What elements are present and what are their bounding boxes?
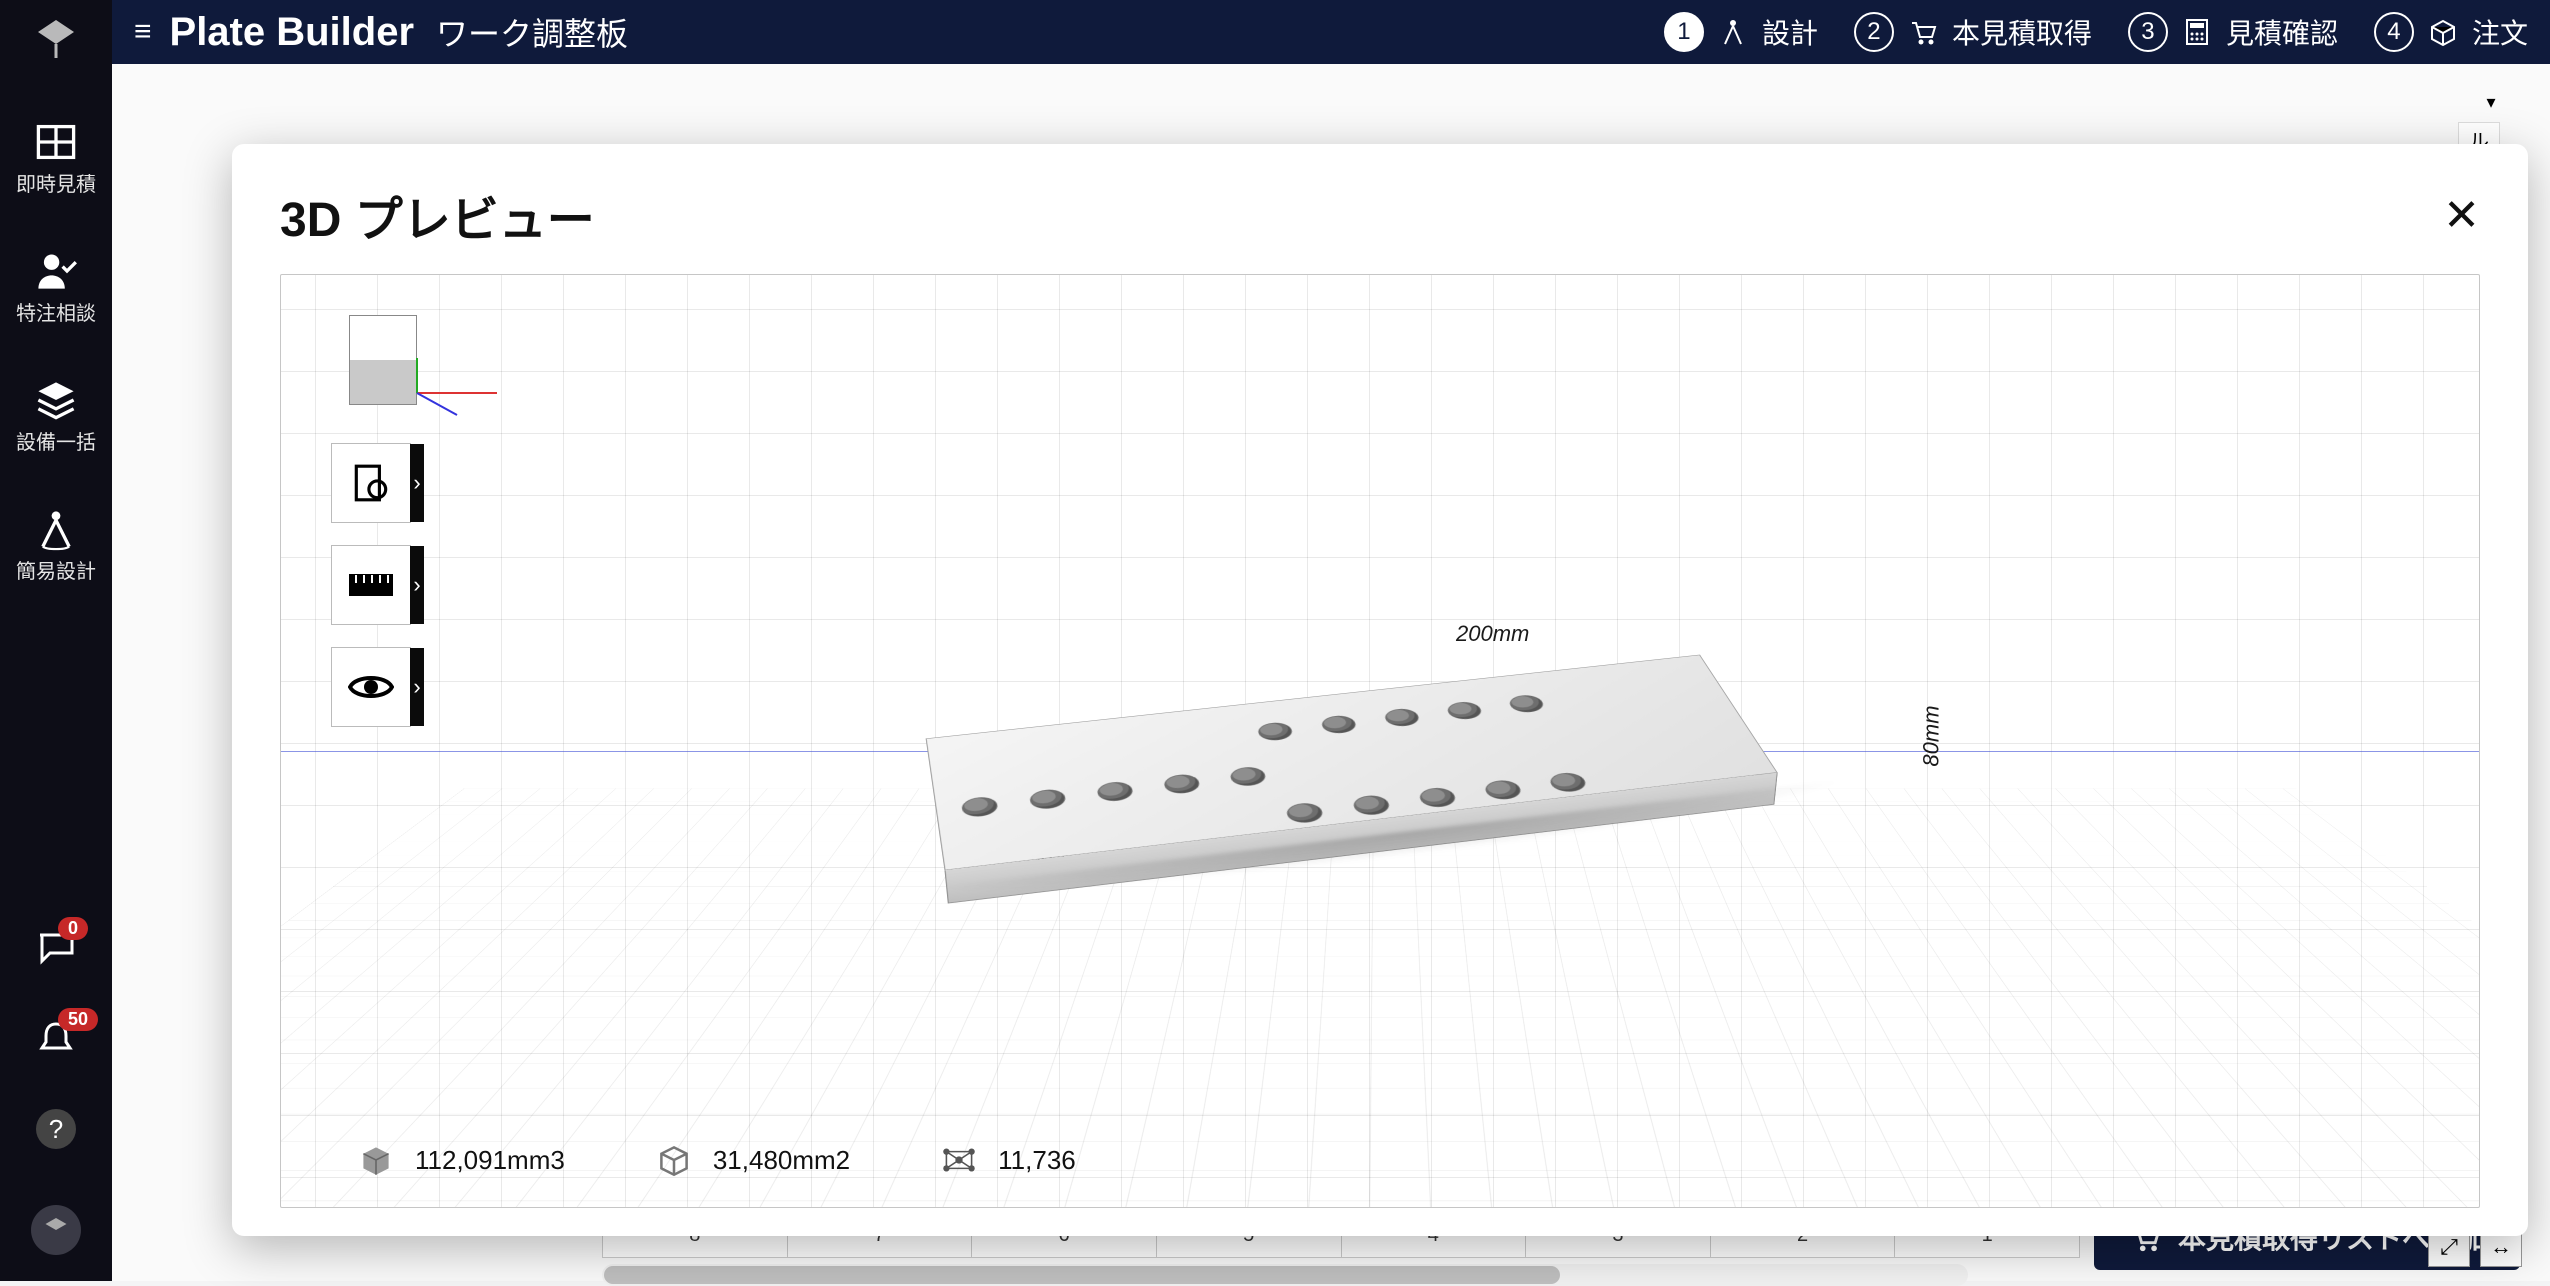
step-3-confirm[interactable]: 3 見積確認 <box>2128 12 2338 52</box>
calc-icon <box>2182 17 2212 47</box>
measure-tool-button[interactable] <box>331 545 411 625</box>
step-number: 4 <box>2374 12 2414 52</box>
step-4-order[interactable]: 4 注文 <box>2374 12 2528 52</box>
step-label: 見積確認 <box>2226 12 2338 52</box>
axis-gizmo[interactable] <box>407 353 527 423</box>
left-nav: 即時見積 特注相談 設備一括 簡易設計 0 50 ? <box>0 0 112 1281</box>
hole <box>1284 802 1325 825</box>
hole <box>1028 788 1067 811</box>
stat-value: 112,091mm3 <box>415 1145 565 1176</box>
cube-wire-icon <box>653 1139 695 1181</box>
cart-icon <box>1908 17 1938 47</box>
nodes-icon <box>938 1139 980 1181</box>
app-header: ≡ Plate Builder ワーク調整板 1 設計 2 本見積取得 3 見積… <box>112 0 2550 64</box>
hole <box>1096 780 1135 802</box>
step-number: 3 <box>2128 12 2168 52</box>
notifications-button[interactable]: 50 <box>36 1018 76 1063</box>
hole <box>1506 694 1547 714</box>
hole <box>1256 721 1295 742</box>
nav-item-quote[interactable]: 即時見積 <box>0 122 112 197</box>
layers-icon <box>34 380 78 420</box>
logo-icon[interactable] <box>32 14 80 62</box>
hole <box>961 796 999 819</box>
chat-badge: 0 <box>58 917 88 940</box>
package-icon <box>2428 17 2458 47</box>
hole <box>1444 701 1484 721</box>
nav-label: 特注相談 <box>0 297 112 326</box>
step-label: 設計 <box>1762 12 1818 52</box>
hole <box>1382 707 1422 727</box>
wizard-steps: 1 設計 2 本見積取得 3 見積確認 4 注文 <box>1664 12 2528 52</box>
grid-icon <box>34 122 78 162</box>
hole <box>1417 786 1459 808</box>
step-1-design[interactable]: 1 設計 <box>1664 12 1818 52</box>
stat-value: 31,480mm2 <box>713 1145 850 1176</box>
hole <box>1351 794 1393 817</box>
plate-stage <box>937 635 1757 875</box>
compass-draw-icon <box>34 509 78 549</box>
viewer-toolbar <box>331 443 411 727</box>
step-number: 1 <box>1664 12 1704 52</box>
plate-model[interactable] <box>926 655 1778 871</box>
3d-viewport[interactable]: 200mm 80mm 10mm 112,091mm3 <box>280 274 2480 1208</box>
step-2-quote[interactable]: 2 本見積取得 <box>1854 12 2092 52</box>
notifications-badge: 50 <box>58 1008 98 1031</box>
nav-item-equip[interactable]: 設備一括 <box>0 380 112 455</box>
preview-modal: 3D プレビュー ✕ <box>232 144 2528 1236</box>
part-name: ワーク調整板 <box>436 9 628 55</box>
hole <box>1319 714 1358 735</box>
menu-icon[interactable]: ≡ <box>134 15 152 49</box>
person-check-icon <box>34 251 78 291</box>
stat-value: 11,736 <box>998 1145 1076 1176</box>
step-label: 注文 <box>2472 12 2528 52</box>
dimension-width: 80mm <box>1919 705 1945 766</box>
app-title: Plate Builder <box>170 10 415 55</box>
stat-nodes: 11,736 <box>938 1139 1076 1181</box>
stat-surface: 31,480mm2 <box>653 1139 850 1181</box>
cube-icon <box>355 1139 397 1181</box>
chat-button[interactable]: 0 <box>36 927 76 972</box>
hole <box>1482 779 1525 801</box>
nav-item-custom[interactable]: 特注相談 <box>0 251 112 326</box>
avatar[interactable] <box>31 1205 81 1255</box>
nav-item-design[interactable]: 簡易設計 <box>0 509 112 584</box>
ruler-icon <box>348 573 394 597</box>
compass-icon <box>1718 17 1748 47</box>
nav-label: 簡易設計 <box>0 555 112 584</box>
document-gear-icon <box>350 462 392 504</box>
hole <box>1162 773 1202 795</box>
visibility-tool-button[interactable] <box>331 647 411 727</box>
eye-icon <box>348 671 394 703</box>
step-label: 本見積取得 <box>1952 12 2092 52</box>
nav-label: 設備一括 <box>0 426 112 455</box>
settings-tool-button[interactable] <box>331 443 411 523</box>
nav-label: 即時見積 <box>0 168 112 197</box>
step-number: 2 <box>1854 12 1894 52</box>
stat-volume: 112,091mm3 <box>355 1139 565 1181</box>
modal-title: 3D プレビュー <box>280 180 595 250</box>
hole <box>1228 766 1268 788</box>
viewer-stats: 112,091mm3 31,480mm2 11,736 <box>355 1139 1076 1181</box>
modal-overlay: 3D プレビュー ✕ <box>112 64 2550 1281</box>
close-icon[interactable]: ✕ <box>2443 190 2480 241</box>
hole <box>1547 771 1590 793</box>
help-button[interactable]: ? <box>36 1109 76 1149</box>
